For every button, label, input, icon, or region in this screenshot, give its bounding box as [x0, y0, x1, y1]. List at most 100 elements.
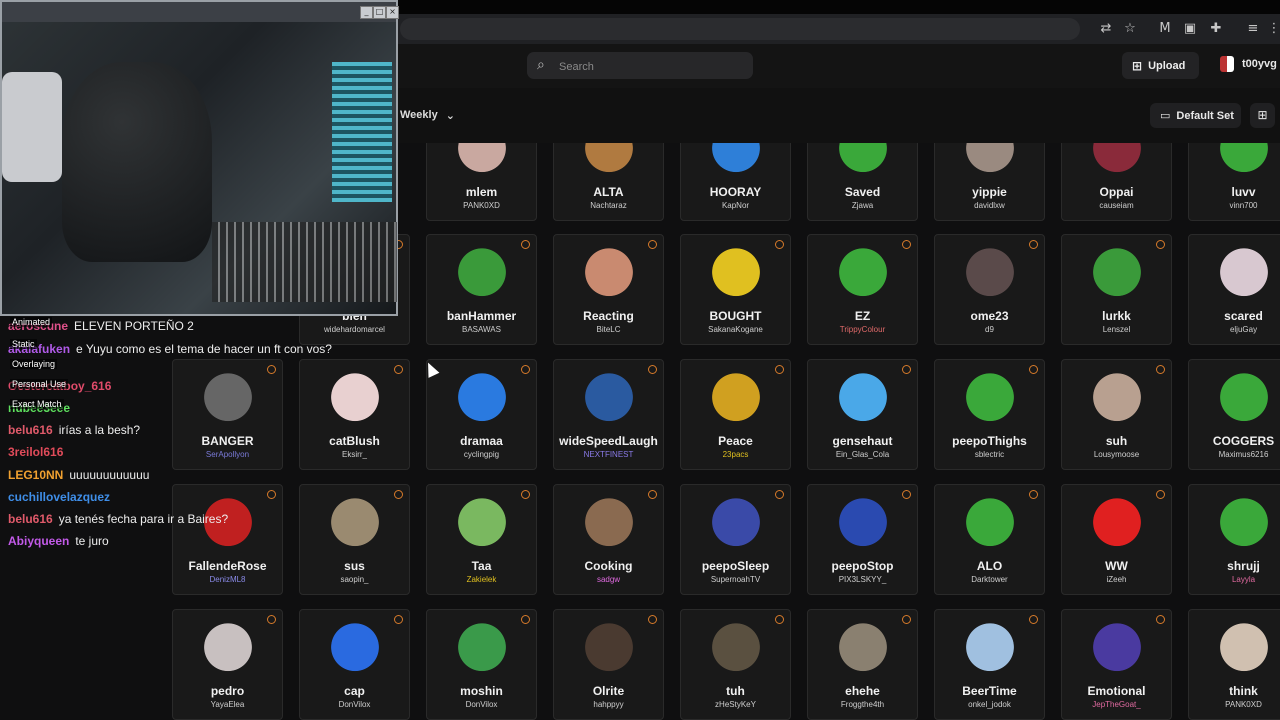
emote-card[interactable]: WW iZeeh: [1061, 484, 1172, 595]
chat-message: belu616 irías a la besh?: [8, 423, 140, 437]
emote-card[interactable]: tuh zHeStyKeY: [680, 609, 791, 720]
minimize-icon[interactable]: _: [360, 6, 373, 19]
emote-author: PANK0XD: [463, 201, 500, 210]
chat-username[interactable]: LEG10NN: [8, 468, 63, 482]
emote-card[interactable]: BOUGHT SakanaKogane: [680, 234, 791, 345]
menu-icon[interactable]: ⋮: [1266, 21, 1280, 37]
address-bar[interactable]: [400, 18, 1080, 40]
emote-card[interactable]: Cooking sadgw: [553, 484, 664, 595]
emote-card[interactable]: mlem PANK0XD: [426, 143, 537, 221]
folder-icon: ▭: [1160, 109, 1171, 122]
emote-card[interactable]: COGGERS Maximus6216: [1188, 359, 1280, 470]
emote-card[interactable]: EZ TrippyColour: [807, 234, 918, 345]
emote-card[interactable]: peepoStop PIX3LSKYY_: [807, 484, 918, 595]
emote-card[interactable]: Oppai causeiam: [1061, 143, 1172, 221]
emote-card[interactable]: luvv vinn700: [1188, 143, 1280, 221]
emote-card[interactable]: moshin DonVilox: [426, 609, 537, 720]
emote-author: YayaElea: [210, 700, 245, 709]
emote-card[interactable]: gensehaut Ein_Glas_Cola: [807, 359, 918, 470]
emote-card[interactable]: scared eljuGay: [1188, 234, 1280, 345]
emote-image: [959, 497, 1020, 553]
emote-card[interactable]: HOORAY KapNor: [680, 143, 791, 221]
emote-name: peepoStop: [831, 559, 894, 573]
emote-name: Olrite: [592, 684, 625, 698]
period-dropdown[interactable]: Weekly ⌄: [400, 109, 455, 122]
emote-card[interactable]: dramaa cyclingpig: [426, 359, 537, 470]
trending-icon: [775, 240, 784, 249]
emote-card[interactable]: Olrite hahppyy: [553, 609, 664, 720]
overlay-menu-item[interactable]: Personal Use: [10, 379, 69, 389]
emote-card[interactable]: ehehe Froggthe4th: [807, 609, 918, 720]
emote-image: [1213, 497, 1274, 553]
chat-username[interactable]: cuchillovelazquez: [8, 490, 110, 504]
emote-card[interactable]: ALO Darktower: [934, 484, 1045, 595]
emote-image: [705, 143, 766, 179]
chat-username[interactable]: belu616: [8, 512, 53, 526]
emote-author: PANK0XD: [1225, 700, 1262, 709]
chat-text: ya tenés fecha para ir a Baires?: [58, 512, 229, 526]
emote-author: Zakielek: [466, 575, 497, 584]
overlay-menu-item[interactable]: Animated: [10, 317, 53, 327]
translate-icon[interactable]: ⇄: [1098, 21, 1114, 37]
emote-image: [451, 247, 512, 303]
emote-card[interactable]: Reacting BiteLC: [553, 234, 664, 345]
chat-username[interactable]: belu616: [8, 423, 53, 437]
search-box[interactable]: ⌕: [527, 52, 753, 79]
default-set-button[interactable]: ▭ Default Set: [1150, 103, 1241, 128]
emote-card[interactable]: shrujj Layyla: [1188, 484, 1280, 595]
chat-message: belu616 ya tenés fecha para ir a Baires?: [8, 512, 228, 526]
maximize-icon[interactable]: □: [373, 6, 386, 19]
trending-icon: [648, 240, 657, 249]
emote-author: causeiam: [1099, 201, 1134, 210]
chat-username[interactable]: 3reilol616: [8, 445, 63, 459]
emote-name: mlem: [465, 185, 498, 199]
search-input[interactable]: [557, 57, 741, 76]
user-menu[interactable]: t00yvg: [1220, 56, 1277, 72]
emote-card[interactable]: Emotional JepTheGoat_: [1061, 609, 1172, 720]
extension-m-icon[interactable]: M: [1157, 21, 1173, 37]
emote-card[interactable]: peepoThighs sblectric: [934, 359, 1045, 470]
chat-username[interactable]: Abiyqueen: [8, 534, 69, 548]
emote-card[interactable]: banHammer BASAWAS: [426, 234, 537, 345]
upload-button[interactable]: ⊞ Upload: [1122, 52, 1199, 79]
webcam-titlebar[interactable]: [2, 2, 396, 22]
close-icon[interactable]: ×: [386, 6, 399, 19]
emote-card[interactable]: suh Lousymoose: [1061, 359, 1172, 470]
emote-author: zHeStyKeY: [715, 700, 756, 709]
emote-card[interactable]: wideSpeedLaugh NEXTFINEST: [553, 359, 664, 470]
chat-text: uuuuuuuuuuuu: [69, 468, 150, 482]
emote-card[interactable]: pedro YayaElea: [172, 609, 283, 720]
queue-icon[interactable]: ≡: [1245, 21, 1261, 37]
emote-card[interactable]: ALTA Nachtaraz: [553, 143, 664, 221]
emote-card[interactable]: BeerTime onkel_jodok: [934, 609, 1045, 720]
emote-author: hahppyy: [593, 700, 624, 709]
emote-name: gensehaut: [832, 434, 893, 448]
trending-icon: [1156, 240, 1165, 249]
emote-card[interactable]: lurkk Lenszel: [1061, 234, 1172, 345]
extension-icon[interactable]: ▣: [1182, 21, 1198, 37]
emote-author: PIX3LSKYY_: [838, 575, 887, 584]
grid-view-icon[interactable]: ⊞: [1250, 103, 1275, 128]
overlay-menu-item[interactable]: Exact Match: [10, 399, 64, 409]
emote-card[interactable]: cap DonVilox: [299, 609, 410, 720]
emote-name: banHammer: [446, 309, 517, 323]
trending-icon: [521, 240, 530, 249]
emote-card[interactable]: Peace 23pacs: [680, 359, 791, 470]
emote-card[interactable]: think PANK0XD: [1188, 609, 1280, 720]
emote-card[interactable]: Taa Zakielek: [426, 484, 537, 595]
emote-author: Layyla: [1231, 575, 1256, 584]
emote-card[interactable]: peepoSleep SupernoahTV: [680, 484, 791, 595]
puzzle-icon[interactable]: ✚: [1208, 21, 1224, 37]
emote-card[interactable]: yippie davidlxw: [934, 143, 1045, 221]
emote-card[interactable]: Saved Zjawa: [807, 143, 918, 221]
emote-image: [705, 622, 766, 678]
set-label: Default Set: [1176, 109, 1234, 122]
emote-card[interactable]: ome23 d9: [934, 234, 1045, 345]
emote-author: vinn700: [1229, 201, 1258, 210]
overlay-menu-item[interactable]: Static: [10, 339, 37, 349]
upload-label: Upload: [1148, 59, 1186, 72]
period-label: Weekly: [400, 109, 438, 121]
star-icon[interactable]: ☆: [1122, 21, 1138, 37]
chat-message: 3reilol616: [8, 445, 69, 459]
overlay-menu-item[interactable]: Overlaying: [10, 359, 58, 369]
